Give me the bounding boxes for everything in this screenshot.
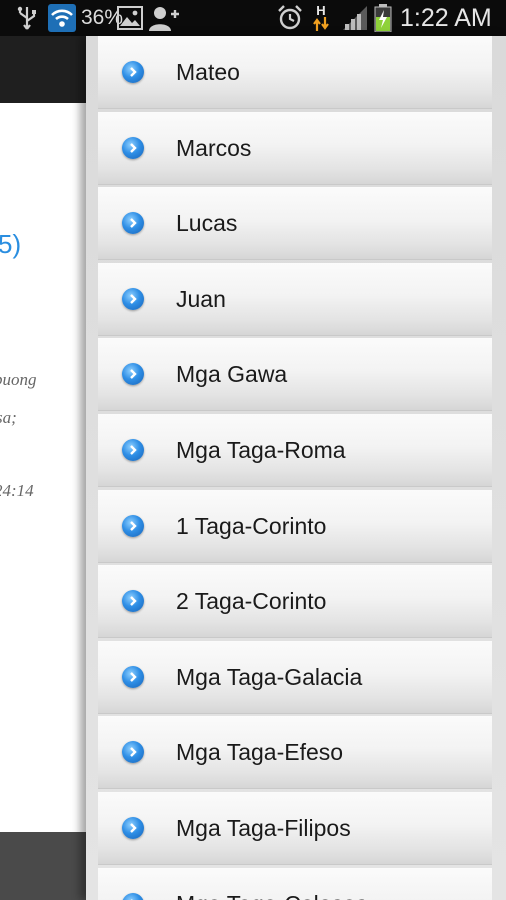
background-content: 5) buong sa; 24:14 <box>0 103 86 832</box>
book-item-mga-taga-efeso[interactable]: Mga Taga-Efeso <box>98 716 492 790</box>
book-item-2-taga-corinto[interactable]: 2 Taga-Corinto <box>98 565 492 639</box>
book-label: Mga Taga-Filipos <box>176 814 351 841</box>
chevron-right-circle-icon <box>122 590 144 613</box>
chapter-heading-fragment: 5) <box>0 229 22 259</box>
add-contact-icon <box>149 0 179 36</box>
signal-icon <box>343 0 369 36</box>
book-label: Mga Taga-Colosas <box>176 868 367 900</box>
usb-icon <box>16 0 38 36</box>
data-arrows-icon: H <box>312 0 330 36</box>
wifi-icon <box>48 0 76 36</box>
book-label: Mga Gawa <box>176 361 288 388</box>
book-item-mga-taga-colosas[interactable]: Mga Taga-Colosas <box>98 867 492 900</box>
book-label: 2 Taga-Corinto <box>176 588 327 615</box>
chevron-right-circle-icon <box>122 892 144 900</box>
book-label: Mga Taga-Roma <box>176 436 346 463</box>
book-item-mga-gawa[interactable]: Mga Gawa <box>98 338 492 412</box>
alarm-icon <box>277 0 303 36</box>
book-item-lucas[interactable]: Lucas <box>98 187 492 261</box>
book-item-1-taga-corinto[interactable]: 1 Taga-Corinto <box>98 489 492 563</box>
battery-charging-icon <box>374 0 392 36</box>
chevron-right-circle-icon <box>122 61 144 83</box>
chevron-right-circle-icon <box>122 136 144 159</box>
background-bottom-bar <box>0 832 86 900</box>
background-action-bar <box>0 36 86 104</box>
book-item-mga-taga-galacia[interactable]: Mga Taga-Galacia <box>98 640 492 714</box>
chevron-right-circle-icon <box>122 363 144 386</box>
chevron-right-circle-icon <box>122 212 144 235</box>
book-label: Mga Taga-Galacia <box>176 663 363 690</box>
background-page: 5) buong sa; 24:14 <box>0 36 86 900</box>
status-bar: 36% H 1:22 AM <box>0 0 506 36</box>
book-list: Mateo Marcos Lucas Juan Mga Gawa Mga Tag… <box>98 36 492 900</box>
clock-time: 1:22 AM <box>400 3 492 32</box>
book-label: Juan <box>176 285 226 312</box>
chevron-right-circle-icon <box>122 665 144 688</box>
picture-icon <box>117 0 143 36</box>
book-label: Lucas <box>176 210 238 237</box>
book-item-mga-taga-roma[interactable]: Mga Taga-Roma <box>98 413 492 487</box>
book-label: Mateo <box>176 59 240 85</box>
book-item-juan[interactable]: Juan <box>98 262 492 336</box>
book-item-marcos[interactable]: Marcos <box>98 111 492 185</box>
book-item-mga-taga-filipos[interactable]: Mga Taga-Filipos <box>98 791 492 865</box>
book-label: Marcos <box>176 134 252 161</box>
chevron-right-circle-icon <box>122 438 144 461</box>
book-label: Mga Taga-Efeso <box>176 739 344 766</box>
verse-fragment-2: sa; <box>0 408 17 427</box>
chevron-right-circle-icon <box>122 287 144 310</box>
chevron-right-circle-icon <box>122 741 144 764</box>
book-navigation-drawer[interactable]: Mateo Marcos Lucas Juan Mga Gawa Mga Tag… <box>86 36 506 900</box>
book-item-mateo[interactable]: Mateo <box>98 36 492 109</box>
book-label: 1 Taga-Corinto <box>176 512 327 539</box>
chevron-right-circle-icon <box>122 816 144 839</box>
network-type-text: H <box>316 3 326 18</box>
verse-reference-fragment: 24:14 <box>0 481 34 500</box>
chevron-right-circle-icon <box>122 514 144 537</box>
verse-fragment-1: buong <box>0 370 37 389</box>
